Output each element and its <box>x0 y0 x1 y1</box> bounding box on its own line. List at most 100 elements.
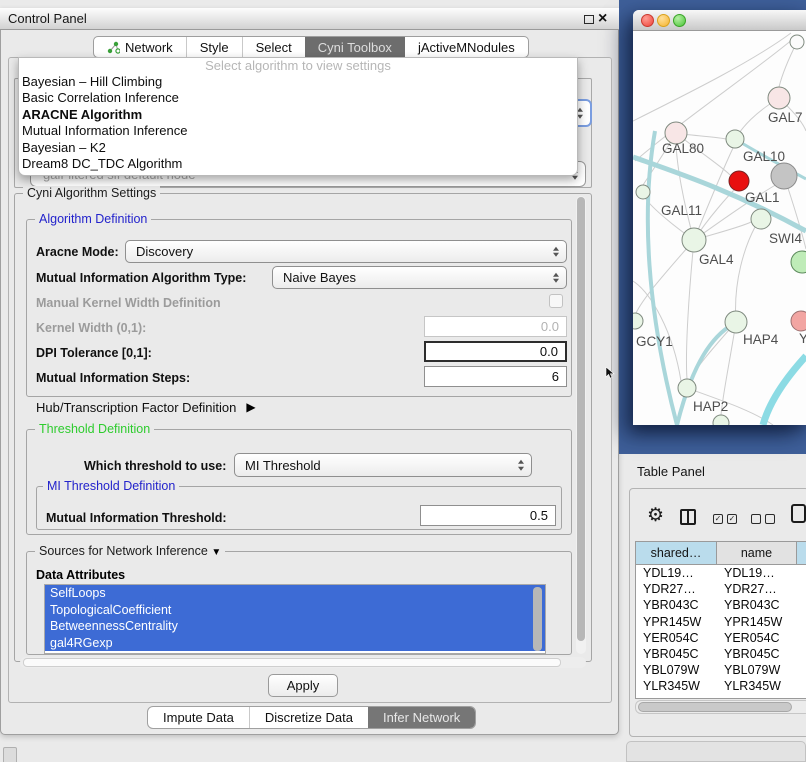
table-cell: YPR145W <box>636 614 717 630</box>
column-header[interactable]: shared… <box>636 542 717 564</box>
table-row[interactable]: YBR045CYBR045C9. <box>636 646 806 662</box>
mi-steps-field[interactable]: 6 <box>424 366 567 387</box>
network-node[interactable] <box>682 228 706 252</box>
attribute-item[interactable]: TopologicalCoefficient <box>45 602 545 619</box>
minimize-traffic-light[interactable] <box>657 14 670 27</box>
gear-icon[interactable]: ⚙ <box>647 506 664 526</box>
tab-label: Network <box>125 40 173 55</box>
algorithm-option[interactable]: Dream8 DC_TDC Algorithm <box>19 156 577 172</box>
algorithm-option[interactable]: Bayesian – K2 <box>19 140 577 156</box>
mi-threshold-field[interactable]: 0.5 <box>420 505 556 526</box>
data-attributes-list[interactable]: SelfLoopsTopologicalCoefficientBetweenne… <box>44 584 546 654</box>
tab-network[interactable]: Network <box>94 37 186 57</box>
kernel-width-label: Kernel Width (0,1): <box>36 321 146 335</box>
table-cell: 13 <box>797 565 806 581</box>
network-node[interactable] <box>678 379 696 397</box>
network-node[interactable] <box>636 185 650 199</box>
network-node[interactable] <box>729 171 749 191</box>
table-cell: 9. <box>797 678 806 694</box>
kernel-width-field[interactable]: 0.0 <box>424 316 567 337</box>
mi-type-combo[interactable]: Naive Bayes <box>272 266 567 289</box>
table-row[interactable]: YPR145WYPR145W9. <box>636 614 806 630</box>
tab-style[interactable]: Style <box>186 37 242 57</box>
settings-scrollbar[interactable] <box>576 196 586 654</box>
hub-definition-toggle[interactable]: Hub/Transcription Factor Definition ▶ <box>36 400 256 415</box>
close-traffic-light[interactable] <box>641 14 654 27</box>
table-cell: YBR043C <box>636 597 717 613</box>
float-window-icon[interactable] <box>584 15 594 24</box>
zoom-traffic-light[interactable] <box>673 14 686 27</box>
checked-checkbox-icon[interactable]: ✓ <box>713 514 723 524</box>
tab-label: Cyni Toolbox <box>318 40 392 55</box>
network-nodes: GAL7GAL80GAL10GAL1GAL11GAL4SWI4GCY1HAP4Y… <box>633 35 806 425</box>
table-row[interactable]: YER054CYER054C8. <box>636 630 806 646</box>
table-cell: 12 <box>797 581 806 597</box>
sources-title: Sources for Network Inference <box>39 544 208 558</box>
table-cell: YBR045C <box>717 646 797 662</box>
network-node[interactable] <box>791 251 806 273</box>
scrollbar-thumb[interactable] <box>638 702 792 712</box>
dpi-tolerance-field[interactable]: 0.0 <box>424 341 567 362</box>
table-row[interactable]: YBR043CYBR043C <box>636 597 806 613</box>
apply-button[interactable]: Apply <box>268 674 338 697</box>
network-node[interactable] <box>726 130 744 148</box>
algorithm-option[interactable]: Basic Correlation Inference <box>19 90 577 106</box>
algorithm-option[interactable]: Bayesian – Hill Climbing <box>19 74 577 90</box>
algorithm-option[interactable]: Mutual Information Inference <box>19 123 577 139</box>
checked-checkbox-icon[interactable]: ✓ <box>727 514 737 524</box>
network-node[interactable] <box>791 311 806 331</box>
network-node[interactable] <box>771 163 797 189</box>
attribute-item[interactable]: SelfLoops <box>45 585 545 602</box>
minimized-panel-icon[interactable] <box>3 747 17 762</box>
tab-jactivemnodules[interactable]: jActiveMNodules <box>405 37 528 57</box>
list-scrollbar[interactable] <box>533 587 542 651</box>
mi-threshold-label: Mutual Information Threshold: <box>46 511 227 525</box>
close-icon[interactable]: × <box>598 8 607 30</box>
network-node[interactable] <box>751 209 771 229</box>
attribute-item[interactable]: BetweennessCentrality <box>45 618 545 635</box>
control-panel-tabs: Network Style Select Cyni Toolbox jActiv… <box>93 36 529 58</box>
network-node[interactable] <box>633 313 643 329</box>
network-window-titlebar[interactable] <box>633 10 806 31</box>
table-row[interactable]: YBL079WYBL079W <box>636 662 806 678</box>
bottom-panel-edge <box>626 741 806 762</box>
tab-impute-data[interactable]: Impute Data <box>148 707 249 728</box>
network-node[interactable] <box>725 311 747 333</box>
table-row[interactable]: YLR345WYLR345W9. <box>636 678 806 694</box>
network-node[interactable] <box>790 35 804 49</box>
unchecked-checkbox-icon[interactable] <box>751 514 761 524</box>
settings-hscrollbar[interactable] <box>20 657 586 668</box>
attribute-item[interactable]: gal4RGexp <box>45 635 545 652</box>
network-node[interactable] <box>768 87 790 109</box>
table-cell: 8. <box>797 630 806 646</box>
table-cell: YBL079W <box>717 662 797 678</box>
network-view-window[interactable]: GAL7GAL80GAL10GAL1GAL11GAL4SWI4GCY1HAP4Y… <box>633 10 806 425</box>
tab-select[interactable]: Select <box>242 37 305 57</box>
scrollbar-thumb[interactable] <box>23 658 561 667</box>
table-row[interactable]: YIL052CYIL052C9. <box>636 695 806 700</box>
network-node[interactable] <box>713 415 729 425</box>
table-row[interactable]: YDL19…YDL19…13 <box>636 565 806 581</box>
table-cell: YDL19… <box>717 565 797 581</box>
algorithm-option[interactable]: ARACNE Algorithm <box>19 107 577 123</box>
manual-kernel-checkbox[interactable] <box>549 294 563 308</box>
document-icon[interactable] <box>791 504 806 523</box>
table-hscrollbar[interactable] <box>635 700 806 714</box>
aracne-mode-combo[interactable]: Discovery <box>125 240 567 263</box>
node-label: HAP2 <box>693 399 728 414</box>
group-title: Threshold Definition <box>35 422 154 436</box>
column-header[interactable]: name <box>717 542 797 564</box>
unchecked-checkbox-icon[interactable] <box>765 514 775 524</box>
column-header[interactable] <box>797 542 806 564</box>
control-panel-titlebar[interactable]: Control Panel × <box>0 8 619 30</box>
tab-discretize-data[interactable]: Discretize Data <box>249 707 368 728</box>
network-canvas[interactable]: GAL7GAL80GAL10GAL1GAL11GAL4SWI4GCY1HAP4Y… <box>633 31 806 425</box>
tab-infer-network[interactable]: Infer Network <box>368 707 475 728</box>
which-threshold-combo[interactable]: MI Threshold <box>234 453 532 477</box>
expanded-arrow-icon: ▼ <box>211 547 221 558</box>
table-row[interactable]: YDR27…YDR27…12 <box>636 581 806 597</box>
columns-icon[interactable] <box>680 509 696 525</box>
tab-cyni-toolbox[interactable]: Cyni Toolbox <box>305 37 405 57</box>
sources-toggle[interactable]: Sources for Network Inference ▼ <box>35 544 225 559</box>
scrollbar-thumb[interactable] <box>577 197 585 641</box>
